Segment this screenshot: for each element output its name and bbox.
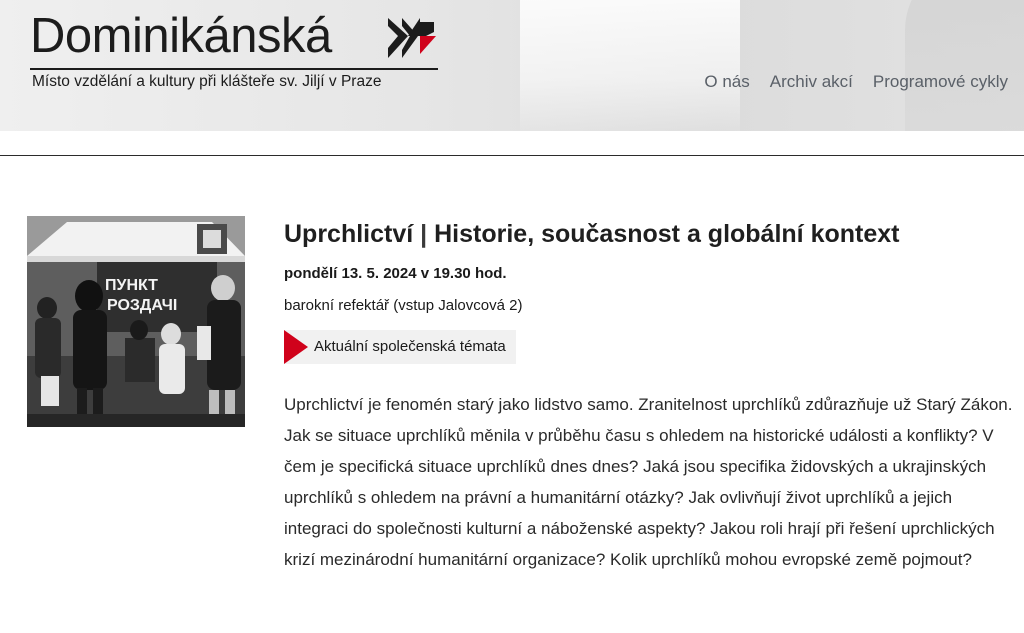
event-title-main: Uprchlictví [284, 220, 414, 248]
event-detail: Uprchlictví | Historie, současnost a glo… [284, 214, 1014, 575]
red-flag-icon [284, 330, 308, 364]
event-title-subtitle: Historie, současnost a globální kontext [434, 220, 900, 248]
event-title[interactable]: Uprchlictví | Historie, současnost a glo… [284, 214, 1014, 254]
event-photo: ПУНКТ РОЗДАЧІ [27, 216, 245, 427]
event-venue: barokní refektář (vstup Jalovcová 2) [284, 297, 523, 314]
main-nav: O nás Archiv akcí Programové cykly [704, 71, 1008, 93]
header-background-arch [905, 0, 1024, 131]
event-category-label: Aktuální společenská témata [314, 338, 506, 355]
header-background-light [520, 0, 740, 131]
logo-title: Dominikánská [30, 9, 332, 63]
event-category-tag[interactable]: Aktuální společenská témata [284, 330, 516, 364]
nav-item-o-nas[interactable]: O nás [704, 71, 749, 93]
nav-item-programove-cykly[interactable]: Programové cykly [873, 71, 1008, 93]
dominican-cross-icon [388, 18, 436, 58]
event-description: Uprchlictví je fenomén starý jako lidstv… [284, 395, 1013, 569]
nav-item-archiv-akci[interactable]: Archiv akcí [770, 71, 853, 93]
logo-subtitle: Místo vzdělání a kultury při klášteře sv… [32, 73, 382, 90]
site-logo[interactable]: Dominikánská Místo vzdělání a kultury př… [30, 8, 450, 94]
header-divider [0, 155, 1024, 156]
site-header: Dominikánská Místo vzdělání a kultury př… [0, 0, 1024, 131]
event-title-separator: | [420, 220, 428, 248]
photo-sign-line2: РОЗДАЧІ [107, 297, 177, 314]
event-thumbnail[interactable]: ПУНКТ РОЗДАЧІ [27, 216, 245, 427]
event-date: pondělí 13. 5. 2024 v 19.30 hod. [284, 265, 507, 282]
photo-sign-line1: ПУНКТ [105, 277, 158, 294]
